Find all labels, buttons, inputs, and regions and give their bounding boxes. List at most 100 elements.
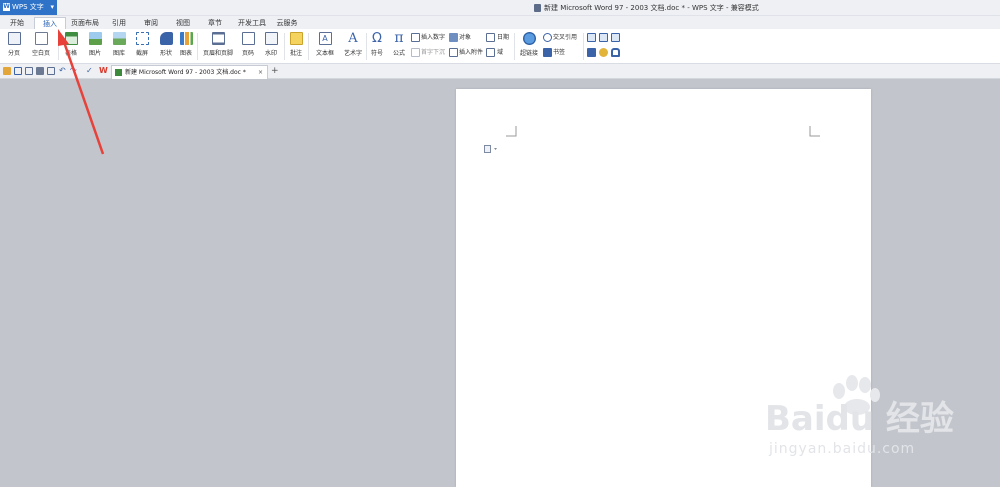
wordart-icon: A — [348, 31, 358, 46]
table-icon — [64, 32, 78, 45]
form-control-icon[interactable] — [599, 33, 608, 42]
picture-button[interactable]: 图片 — [84, 31, 106, 62]
ribbon-separator — [284, 33, 285, 60]
gallery-button[interactable]: 图库 — [108, 31, 130, 62]
screenshot-label: 截屏 — [135, 50, 148, 57]
app-menu-button[interactable]: W WPS 文字 ▾ — [0, 0, 57, 15]
print-preview-icon[interactable] — [47, 67, 55, 75]
format-painter-icon[interactable]: ✓ — [86, 67, 94, 75]
chevron-down-icon: ▾ — [50, 3, 54, 11]
document-tab[interactable]: 新建 Microsoft Word 97 - 2003 文档.doc * × — [111, 65, 268, 79]
tab-developer[interactable]: 开发工具 — [234, 17, 270, 29]
header-footer-icon — [211, 32, 225, 45]
chart-label: 图表 — [179, 50, 192, 57]
hyperlink-label: 超链接 — [519, 50, 538, 57]
ribbon-separator — [197, 33, 198, 60]
drop-cap-button[interactable]: 首字下沉 — [421, 48, 445, 57]
object-button[interactable]: 对象 — [459, 33, 471, 42]
tab-home[interactable]: 开始 — [2, 17, 32, 29]
margin-corner-mark — [506, 126, 517, 137]
table-button[interactable]: 表格 — [61, 31, 81, 62]
close-icon[interactable]: × — [258, 66, 263, 79]
tab-section[interactable]: 章节 — [202, 17, 228, 29]
form-control-icon[interactable] — [611, 33, 620, 42]
bookmark-icon — [543, 48, 552, 57]
wps-logo-icon: W — [3, 3, 10, 11]
formula-label: 公式 — [392, 50, 405, 57]
picture-label: 图片 — [88, 50, 101, 57]
symbol-button[interactable]: Ω 符号 — [368, 31, 386, 62]
properties-icon[interactable] — [599, 48, 608, 57]
tab-page-layout[interactable]: 页面布局 — [68, 17, 102, 29]
tab-cloud[interactable]: 云服务 — [272, 17, 302, 29]
picture-icon — [88, 32, 102, 45]
shape-label: 形状 — [159, 50, 172, 57]
bookmark-button[interactable]: 书签 — [553, 48, 565, 57]
hyperlink-button[interactable]: 超链接 — [517, 31, 541, 62]
gallery-icon — [112, 32, 126, 45]
wps-icon[interactable]: W — [99, 67, 108, 75]
page-break-label: 分页 — [7, 50, 20, 57]
drop-cap-icon — [411, 48, 420, 57]
field-button[interactable]: 域 — [497, 48, 503, 57]
ribbon-insert: 分页 空白页 表格 图片 图库 截屏 形状 图表 页眉和页脚 页码 水印 批注 … — [0, 29, 1000, 64]
date-icon — [486, 33, 495, 42]
wordart-button[interactable]: A 艺术字 — [341, 31, 365, 62]
page-number-button[interactable]: 页码 — [238, 31, 258, 62]
new-tab-button[interactable]: + — [271, 65, 279, 78]
print-icon[interactable] — [36, 67, 44, 75]
document-tab-title: 新建 Microsoft Word 97 - 2003 文档.doc * — [125, 69, 246, 76]
comment-button[interactable]: 批注 — [287, 31, 305, 62]
lock-icon[interactable] — [611, 48, 620, 57]
table-label: 表格 — [64, 50, 77, 57]
redo-icon[interactable]: ↷ — [70, 67, 78, 75]
blank-page-icon — [34, 32, 48, 45]
tab-insert[interactable]: 插入 — [34, 17, 66, 29]
tab-review[interactable]: 审阅 — [138, 17, 164, 29]
watermark-url: jingyan.baidu.com — [769, 441, 916, 457]
watermark-label: 水印 — [264, 50, 277, 57]
omega-icon: Ω — [372, 31, 382, 46]
ribbon-separator — [514, 33, 515, 60]
object-icon — [449, 33, 458, 42]
page-number-icon — [241, 32, 255, 45]
undo-icon[interactable]: ↶ — [59, 67, 67, 75]
symbol-label: 符号 — [370, 50, 383, 57]
tab-view[interactable]: 视图 — [170, 17, 196, 29]
blank-page-label: 空白页 — [31, 50, 50, 57]
ribbon-separator — [583, 33, 584, 60]
blank-page-button[interactable]: 空白页 — [27, 31, 55, 62]
export-pdf-icon[interactable] — [25, 67, 33, 75]
ribbon-separator — [58, 33, 59, 60]
window-title-area: 新建 Microsoft Word 97 - 2003 文档.doc * - W… — [534, 3, 759, 13]
form-field-icon[interactable] — [587, 48, 596, 57]
formula-button[interactable]: π 公式 — [390, 31, 408, 62]
header-footer-label: 页眉和页脚 — [202, 50, 233, 57]
screenshot-button[interactable]: 截屏 — [131, 31, 153, 62]
ribbon-separator — [366, 33, 367, 60]
textbox-button[interactable]: A 文本框 — [311, 31, 339, 62]
date-button[interactable]: 日期 — [497, 33, 509, 42]
screenshot-icon — [135, 32, 149, 45]
chart-icon — [179, 32, 193, 45]
watermark-button[interactable]: 水印 — [261, 31, 281, 62]
textbox-icon: A — [318, 32, 332, 45]
wordart-label: 艺术字 — [343, 50, 362, 57]
window-title: 新建 Microsoft Word 97 - 2003 文档.doc * - W… — [544, 4, 759, 12]
app-name: WPS 文字 — [12, 3, 44, 11]
cross-reference-button[interactable]: 交叉引用 — [553, 33, 577, 42]
shape-button[interactable]: 形状 — [155, 31, 177, 62]
tab-references[interactable]: 引用 — [106, 17, 132, 29]
form-control-icon[interactable] — [587, 33, 596, 42]
chart-button[interactable]: 图表 — [178, 31, 194, 62]
insert-number-button[interactable]: 插入数字 — [421, 33, 445, 42]
open-icon[interactable] — [3, 67, 11, 75]
attachment-icon — [449, 48, 458, 57]
title-bar: W WPS 文字 ▾ 新建 Microsoft Word 97 - 2003 文档… — [0, 0, 1000, 16]
header-footer-button[interactable]: 页眉和页脚 — [200, 31, 236, 62]
comment-label: 批注 — [289, 50, 302, 57]
save-icon[interactable] — [14, 67, 22, 75]
insert-attachment-button[interactable]: 插入附件 — [459, 48, 483, 57]
paste-options-icon[interactable] — [484, 145, 498, 153]
page-break-button[interactable]: 分页 — [3, 31, 25, 62]
